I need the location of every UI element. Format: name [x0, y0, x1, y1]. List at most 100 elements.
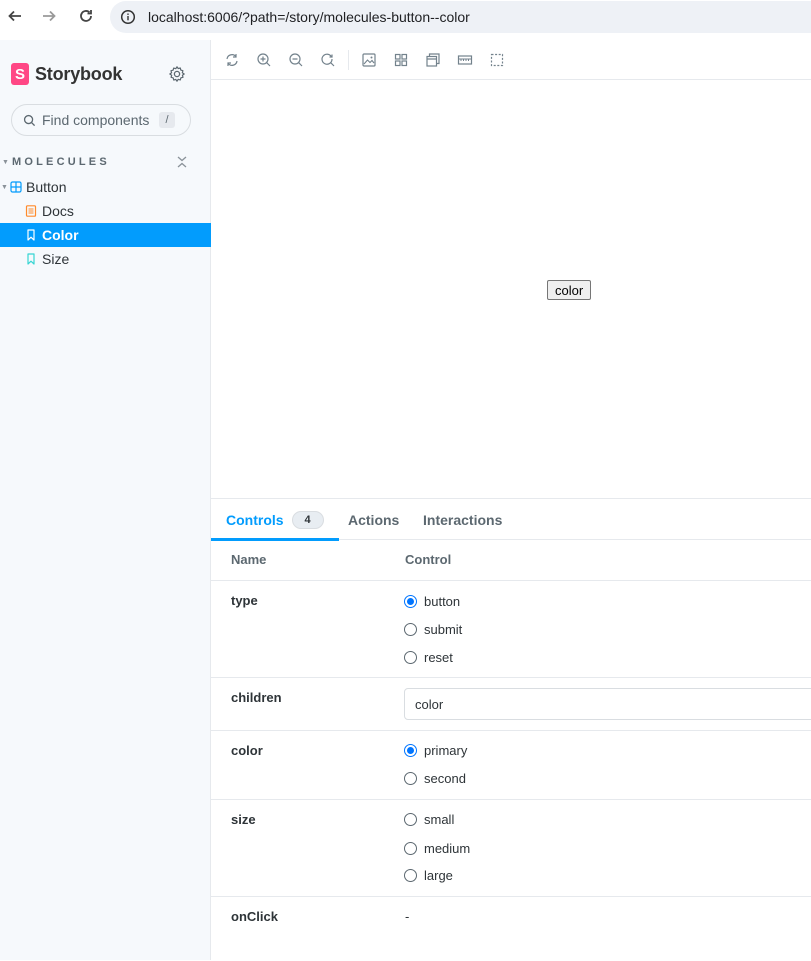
radio-unchecked-icon [404, 650, 417, 664]
remount-button[interactable] [224, 52, 240, 68]
tab-interactions[interactable]: Interactions [423, 499, 502, 540]
caret-down-icon: ▼ [1, 183, 8, 191]
document-icon [25, 205, 37, 217]
address-bar[interactable]: localhost:6006/?path=/story/molecules-bu… [110, 1, 811, 33]
tab-label: Controls [226, 511, 284, 528]
addon-tabs: Controls 4 Actions Interactions [211, 499, 811, 541]
radio-checked-icon [404, 743, 417, 757]
forward-button[interactable] [39, 6, 59, 26]
sidebar-item-label: Button [26, 179, 67, 195]
search-icon [23, 114, 36, 126]
sidebar-item-label: Docs [42, 203, 74, 219]
onclick-value: - [405, 909, 410, 924]
collapse-all-icon[interactable] [176, 155, 188, 169]
search-shortcut-key: / [159, 112, 175, 128]
measure-button[interactable] [457, 52, 473, 68]
radio-label: submit [424, 621, 463, 637]
control-row-size: size small medium large [211, 800, 811, 897]
radio-type-button[interactable]: button [404, 592, 460, 610]
tab-controls[interactable]: Controls 4 [211, 499, 339, 541]
url-text: localhost:6006/?path=/story/molecules-bu… [148, 9, 470, 25]
info-icon[interactable] [120, 9, 136, 25]
radio-type-reset[interactable]: reset [404, 648, 453, 666]
control-row-color: color primary second [211, 731, 811, 800]
bookmark-icon [27, 253, 35, 265]
sync-icon [226, 54, 238, 66]
radio-checked-icon [404, 594, 417, 608]
story-canvas: color [211, 80, 811, 498]
back-button[interactable] [5, 6, 25, 26]
preview-color-button[interactable]: color [547, 280, 592, 300]
search-input[interactable] [42, 112, 152, 128]
radio-label: large [424, 867, 453, 883]
prop-name: size [231, 812, 256, 827]
zoom-out-icon [289, 53, 303, 67]
preview-toolbar [211, 40, 811, 80]
caret-down-icon: ▼ [2, 158, 9, 166]
ruler-icon [457, 55, 473, 65]
grid-button[interactable] [393, 52, 409, 68]
addons-panel: Controls 4 Actions Interactions Name Con… [211, 498, 811, 960]
storybook-logo-icon: S [11, 63, 29, 85]
photo-icon [362, 53, 376, 67]
radio-size-medium[interactable]: medium [404, 839, 470, 857]
radio-label: button [424, 593, 461, 609]
grid-icon [394, 53, 408, 67]
radio-unchecked-icon [404, 771, 417, 785]
radio-label: reset [424, 649, 453, 665]
viewport-button[interactable] [425, 52, 441, 68]
prop-name: onClick [231, 909, 278, 924]
tab-actions[interactable]: Actions [348, 499, 399, 540]
radio-color-second[interactable]: second [404, 769, 466, 787]
group-label: MOLECULES [12, 156, 110, 168]
radio-label: primary [424, 742, 468, 758]
radio-unchecked-icon [404, 812, 417, 826]
reload-icon [80, 10, 92, 22]
prop-name: children [231, 690, 282, 705]
control-row-onclick: onClick - [211, 897, 811, 961]
zoom-out-button[interactable] [288, 52, 304, 68]
radio-unchecked-icon [404, 841, 417, 855]
radio-size-large[interactable]: large [404, 866, 453, 884]
group-header-molecules[interactable]: ▼ MOLECULES [0, 154, 211, 170]
zoom-reset-button[interactable] [320, 52, 336, 68]
component-icon [10, 181, 22, 193]
gear-icon [169, 66, 185, 82]
settings-button[interactable] [168, 65, 186, 83]
sidebar: S Storybook / ▼ MOLECULES ▼ Button Docs … [0, 40, 211, 960]
control-column-header: Control [405, 552, 452, 567]
sidebar-item-label: Color [42, 227, 79, 243]
zoom-in-icon [257, 53, 271, 67]
zoom-in-button[interactable] [256, 52, 272, 68]
bookmark-icon [27, 229, 35, 241]
browser-icon [426, 53, 440, 67]
storybook-brand[interactable]: S Storybook [11, 63, 122, 85]
radio-type-submit[interactable]: submit [404, 620, 462, 638]
sidebar-item-button[interactable]: ▼ Button [0, 175, 211, 199]
radio-unchecked-icon [404, 868, 417, 882]
radio-size-small[interactable]: small [404, 810, 454, 828]
reload-button[interactable] [76, 6, 96, 26]
tab-label: Actions [348, 511, 400, 528]
outline-icon [490, 53, 504, 67]
control-row-children: children [211, 678, 811, 731]
name-column-header: Name [231, 552, 267, 567]
sidebar-item-docs[interactable]: Docs [0, 199, 211, 223]
search-box[interactable]: / [11, 104, 191, 136]
sidebar-item-color[interactable]: Color [0, 223, 211, 247]
controls-table-header: Name Control [211, 540, 811, 581]
arrow-right-icon [43, 10, 56, 22]
controls-count-badge: 4 [291, 510, 324, 529]
children-text-input[interactable] [404, 688, 811, 720]
radio-label: second [424, 770, 466, 786]
tab-label: Interactions [423, 511, 503, 528]
sidebar-item-size[interactable]: Size [0, 247, 211, 271]
toolbar-separator [348, 50, 349, 70]
outline-button[interactable] [489, 52, 505, 68]
background-button[interactable] [361, 52, 377, 68]
radio-unchecked-icon [404, 622, 417, 636]
sidebar-item-label: Size [42, 251, 70, 267]
zoom-reset-icon [321, 53, 335, 67]
radio-label: small [424, 811, 455, 827]
radio-color-primary[interactable]: primary [404, 741, 467, 759]
